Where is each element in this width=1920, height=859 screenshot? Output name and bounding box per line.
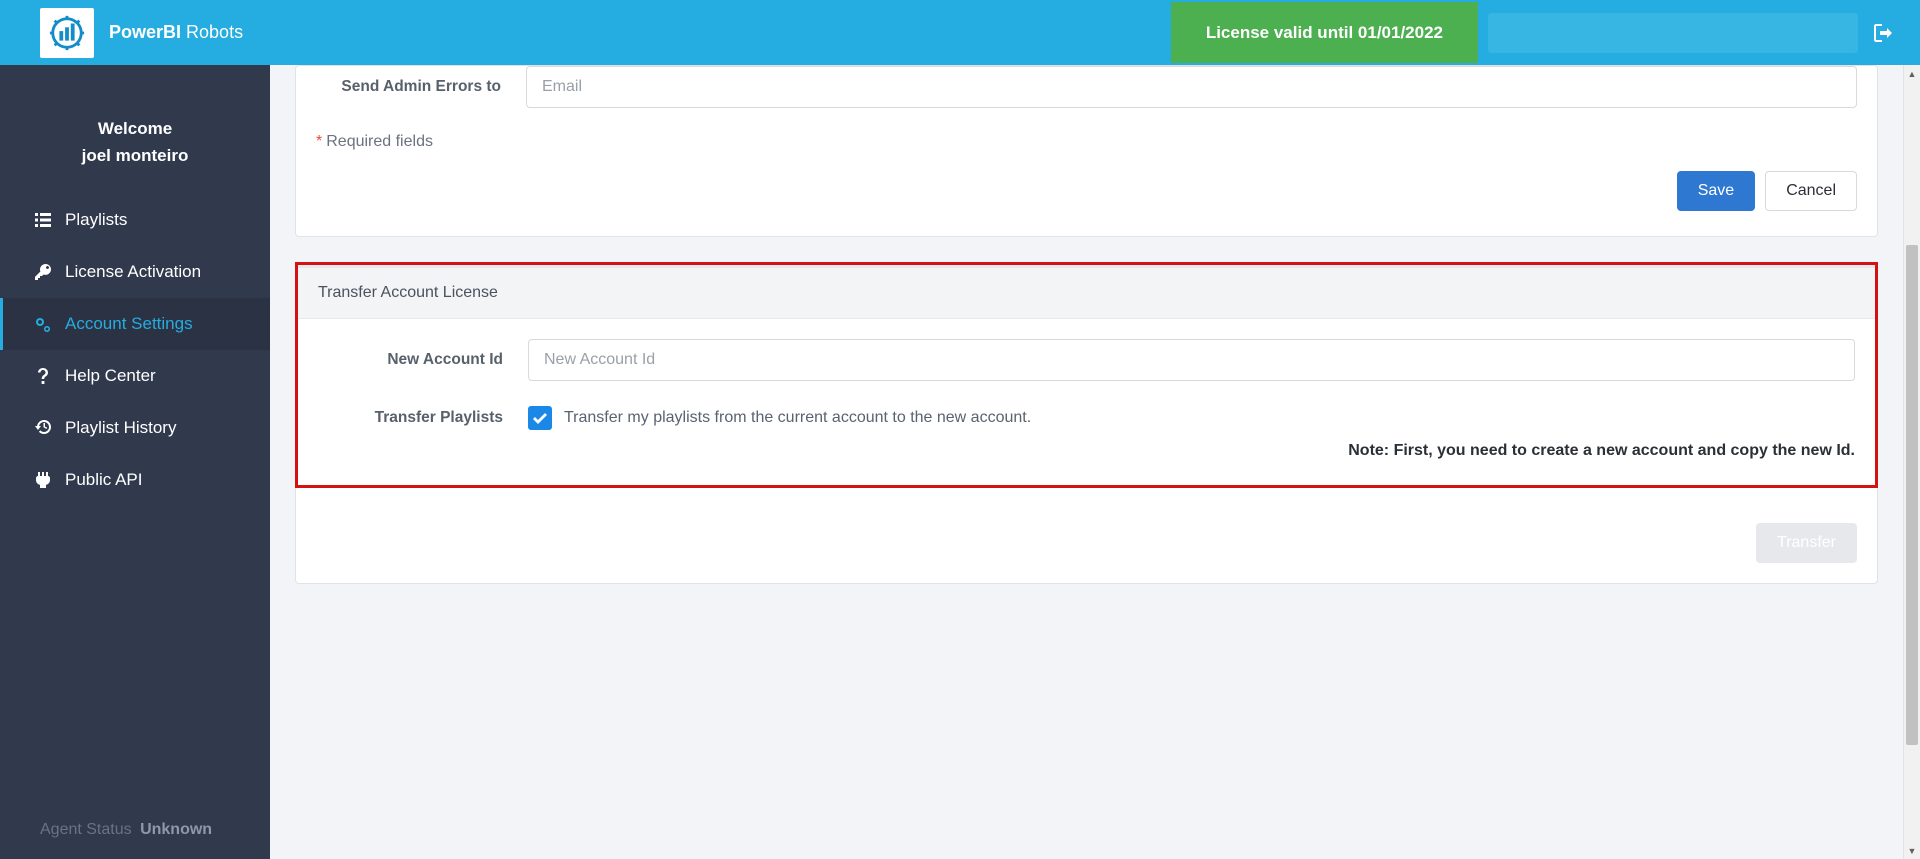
license-banner: License valid until 01/01/2022 <box>1171 2 1478 63</box>
nav-item-account-settings[interactable]: Account Settings <box>0 298 270 350</box>
key-icon <box>33 264 53 280</box>
agent-status: Agent Status Unknown <box>0 801 270 859</box>
plug-icon <box>33 472 53 488</box>
required-fields-note: *Required fields <box>316 133 1857 151</box>
new-account-label: New Account Id <box>318 351 528 369</box>
nav-item-playlists[interactable]: Playlists <box>0 194 270 246</box>
list-icon <box>33 213 53 227</box>
nav-label: Public API <box>65 470 143 490</box>
transfer-footer: Transfer <box>295 488 1878 584</box>
nav-item-playlist-history[interactable]: Playlist History <box>0 402 270 454</box>
gears-icon <box>33 316 53 332</box>
transfer-playlists-label: Transfer Playlists <box>318 409 528 427</box>
sidebar: Welcome joel monteiro Playlists License … <box>0 65 270 859</box>
welcome-block: Welcome joel monteiro <box>0 65 270 194</box>
new-account-input[interactable] <box>528 339 1855 381</box>
scroll-up-arrow[interactable]: ▲ <box>1904 65 1920 82</box>
topbar-spacer <box>1488 13 1858 53</box>
save-button[interactable]: Save <box>1677 171 1755 211</box>
logout-icon[interactable] <box>1868 14 1900 52</box>
nav-item-license-activation[interactable]: License Activation <box>0 246 270 298</box>
nav-label: License Activation <box>65 262 201 282</box>
welcome-line1: Welcome <box>10 115 260 142</box>
vertical-scrollbar[interactable]: ▲ ▼ <box>1903 65 1920 859</box>
admin-errors-input[interactable] <box>526 66 1857 108</box>
transfer-license-title: Transfer Account License <box>298 265 1875 319</box>
transfer-note: Note: First, you need to create a new ac… <box>318 442 1855 460</box>
nav-label: Playlists <box>65 210 127 230</box>
panel-admin-errors: Send Admin Errors to *Required fields Sa… <box>295 65 1878 237</box>
nav-label: Account Settings <box>65 314 193 334</box>
cancel-button[interactable]: Cancel <box>1765 171 1857 211</box>
transfer-playlists-desc: Transfer my playlists from the current a… <box>564 409 1031 427</box>
question-icon <box>33 368 53 384</box>
nav-item-public-api[interactable]: Public API <box>0 454 270 506</box>
welcome-line2: joel monteiro <box>10 142 260 169</box>
transfer-playlists-checkbox[interactable] <box>528 406 552 430</box>
scroll-down-arrow[interactable]: ▼ <box>1904 842 1920 859</box>
topbar: PowerBI Robots License valid until 01/01… <box>0 0 1920 65</box>
brand-name: PowerBI Robots <box>109 22 243 43</box>
nav-item-help-center[interactable]: Help Center <box>0 350 270 402</box>
history-icon <box>33 420 53 436</box>
scroll-thumb[interactable] <box>1906 245 1918 745</box>
nav-label: Help Center <box>65 366 156 386</box>
transfer-button[interactable]: Transfer <box>1756 523 1857 563</box>
admin-errors-label: Send Admin Errors to <box>316 78 526 96</box>
panel-transfer-license: Transfer Account License New Account Id … <box>295 262 1878 488</box>
nav-label: Playlist History <box>65 418 176 438</box>
main-content: Send Admin Errors to *Required fields Sa… <box>270 65 1903 859</box>
brand-logo[interactable] <box>40 8 94 58</box>
